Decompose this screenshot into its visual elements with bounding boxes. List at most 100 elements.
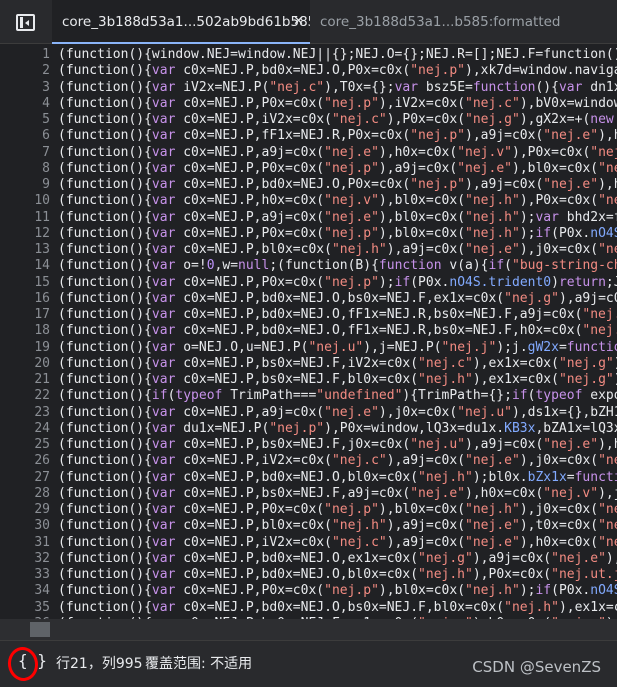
code-line[interactable]: 13 (function(){var c0x=NEJ.P,bl0x=c0x("ne…: [0, 242, 617, 258]
code-token: c0x=NEJ.P,bd0x=NEJ.O,bs0x=NEJ.F,bl0x=c0x…: [175, 599, 505, 615]
line-number[interactable]: 29: [0, 502, 50, 518]
code-token: "nej.v: [598, 534, 617, 550]
code-token: gW2x: [527, 339, 559, 355]
code-line[interactable]: 7 (function(){var c0x=NEJ.P,a9j=c0x("nej.…: [0, 145, 617, 161]
code-line[interactable]: 35 (function(){var c0x=NEJ.P,bd0x=NEJ.O,b…: [0, 600, 617, 616]
line-number[interactable]: 35: [0, 600, 50, 616]
line-number[interactable]: 12: [0, 226, 50, 242]
code-editor[interactable]: 1 (function(){window.NEJ=window.NEJ||{};N…: [0, 44, 617, 619]
code-line[interactable]: 31 (function(){var c0x=NEJ.P,iV2x=c0x("ne…: [0, 535, 617, 551]
code-line[interactable]: 15 (function(){var c0x=NEJ.P,P0x=c0x("nej…: [0, 275, 617, 291]
line-number[interactable]: 5: [0, 112, 50, 128]
code-line[interactable]: 12 (function(){var c0x=NEJ.P,P0x=c0x("nej…: [0, 226, 617, 242]
code-line[interactable]: 14 (function(){var o=!0,w=null;(function(…: [0, 258, 617, 274]
code-token: new: [590, 112, 614, 127]
code-line[interactable]: 26 (function(){var c0x=NEJ.P,iV2x=c0x("ne…: [0, 453, 617, 469]
code-line[interactable]: 1 (function(){window.NEJ=window.NEJ||{};N…: [0, 47, 617, 63]
code-token: c0x=NEJ.P,iV2x=c0x(: [175, 453, 332, 469]
code-line[interactable]: 20 (function(){var c0x=NEJ.P,bs0x=NEJ.F,i…: [0, 356, 617, 372]
code-line[interactable]: 34 (function(){var c0x=NEJ.P,P0x=c0x("nej…: [0, 583, 617, 599]
line-number[interactable]: 6: [0, 128, 50, 144]
code-line[interactable]: 25 (function(){var c0x=NEJ.P,bs0x=NEJ.F,j…: [0, 437, 617, 453]
code-line[interactable]: 24 (function(){var du1x=NEJ.P("nej.p"),P0…: [0, 421, 617, 437]
cursor-position[interactable]: 行21，列995: [56, 653, 143, 673]
code-token: "nej.u: [598, 502, 617, 517]
code-line[interactable]: 23 (function(){var c0x=NEJ.P,a9j=c0x("nej…: [0, 405, 617, 421]
line-number[interactable]: 25: [0, 437, 50, 453]
line-number[interactable]: 4: [0, 96, 50, 112]
code-line[interactable]: 6 (function(){var c0x=NEJ.P,fF1x=NEJ.R,P0…: [0, 128, 617, 144]
code-token: var: [151, 323, 176, 339]
code-line[interactable]: 27 (function(){var c0x=NEJ.P,bd0x=NEJ.O,b…: [0, 470, 617, 486]
code-line[interactable]: 17 (function(){var c0x=NEJ.P,bd0x=NEJ.O,f…: [0, 307, 617, 323]
code-token: "nej.u": [457, 404, 512, 420]
code-line[interactable]: 11 (function(){var c0x=NEJ.P,a9j=c0x("nej…: [0, 210, 617, 226]
code-text: (function(){var c0x=NEJ.P,bd0x=NEJ.O,ex1…: [58, 551, 617, 567]
code-token: (function(){: [58, 160, 152, 176]
code-line[interactable]: 32 (function(){var c0x=NEJ.P,bd0x=NEJ.O,e…: [0, 551, 617, 567]
code-line[interactable]: 19 (function(){var o=NEJ.O,u=NEJ.P("nej.u…: [0, 340, 617, 356]
line-number[interactable]: 8: [0, 161, 50, 177]
code-line[interactable]: 4 (function(){var c0x=NEJ.P,P0x=c0x("nej.…: [0, 96, 617, 112]
sidebar-toggle-icon[interactable]: [16, 14, 35, 31]
code-text: (function(){var c0x=NEJ.P,P0x=c0x("nej.p…: [58, 502, 617, 518]
code-line[interactable]: 16 (function(){var c0x=NEJ.P,bd0x=NEJ.O,b…: [0, 291, 617, 307]
line-number[interactable]: 31: [0, 535, 50, 551]
line-number[interactable]: 17: [0, 307, 50, 323]
code-line[interactable]: 28 (function(){var c0x=NEJ.P,bs0x=NEJ.F,a…: [0, 486, 617, 502]
pretty-print-icon[interactable]: { }: [18, 651, 47, 670]
line-number[interactable]: 1: [0, 47, 50, 63]
code-line[interactable]: 21 (function(){var c0x=NEJ.P,bs0x=NEJ.F,b…: [0, 372, 617, 388]
code-token: ),h0x=: [598, 437, 617, 452]
code-line[interactable]: 2 (function(){var c0x=NEJ.P,bd0x=NEJ.O,P0…: [0, 63, 617, 79]
line-number[interactable]: 21: [0, 372, 50, 388]
line-number[interactable]: 33: [0, 567, 50, 583]
code-line[interactable]: 18 (function(){var c0x=NEJ.P,bd0x=NEJ.O,f…: [0, 323, 617, 339]
code-line[interactable]: 8 (function(){var c0x=NEJ.P,P0x=c0x("nej.…: [0, 161, 617, 177]
close-icon[interactable]: ✕: [293, 0, 304, 44]
code-line[interactable]: 29 (function(){var c0x=NEJ.P,P0x=c0x("nej…: [0, 502, 617, 518]
code-line[interactable]: 33 (function(){var c0x=NEJ.P,bd0x=NEJ.O,b…: [0, 567, 617, 583]
horizontal-scrollbar[interactable]: [0, 619, 617, 640]
line-number[interactable]: 24: [0, 421, 50, 437]
line-number[interactable]: 11: [0, 210, 50, 226]
code-line[interactable]: 30 (function(){var c0x=NEJ.P,bl0x=c0x("ne…: [0, 518, 617, 534]
code-text: (function(){var c0x=NEJ.P,bd0x=NEJ.O,fF1…: [58, 307, 617, 323]
line-number[interactable]: 34: [0, 583, 50, 599]
line-number[interactable]: 9: [0, 177, 50, 193]
line-number[interactable]: 2: [0, 63, 50, 79]
line-number[interactable]: 13: [0, 242, 50, 258]
line-number[interactable]: 3: [0, 80, 50, 96]
line-number[interactable]: 22: [0, 388, 50, 404]
line-number[interactable]: 16: [0, 291, 50, 307]
line-number[interactable]: 32: [0, 551, 50, 567]
code-text: (function(){if(typeof TrimPath==="undefi…: [58, 388, 617, 404]
scrollbar-thumb[interactable]: [30, 622, 50, 637]
line-number[interactable]: 28: [0, 486, 50, 502]
code-line[interactable]: 10 (function(){var c0x=NEJ.P,h0x=c0x("nej…: [0, 193, 617, 209]
line-number[interactable]: 10: [0, 193, 50, 209]
line-number[interactable]: 14: [0, 258, 50, 274]
line-number[interactable]: 26: [0, 453, 50, 469]
code-token: var: [151, 420, 176, 436]
line-number[interactable]: 7: [0, 145, 50, 161]
tab-source-file[interactable]: core_3b188d53a1...502ab9bd61b585 ✕: [52, 0, 310, 44]
code-line[interactable]: 9 (function(){var c0x=NEJ.P,bd0x=NEJ.O,P0…: [0, 177, 617, 193]
code-token: );: [519, 583, 536, 599]
code-token: ,bZA1x=lQ3x.: [535, 420, 617, 436]
code-line[interactable]: 22 (function(){if(typeof TrimPath==="unde…: [0, 388, 617, 404]
line-number[interactable]: 19: [0, 340, 50, 356]
code-text: (function(){var c0x=NEJ.P,bs0x=NEJ.F,iV2…: [58, 356, 617, 372]
line-number[interactable]: 18: [0, 323, 50, 339]
line-number[interactable]: 23: [0, 405, 50, 421]
code-line[interactable]: 5 (function(){var c0x=NEJ.P,iV2x=c0x("nej…: [0, 112, 617, 128]
coverage-status: 覆盖范围: 不适用: [145, 656, 253, 672]
line-number[interactable]: 20: [0, 356, 50, 372]
code-token: "nej.h": [418, 567, 473, 582]
code-token: "nej.e": [543, 177, 599, 192]
code-line[interactable]: 3 (function(){var iV2x=NEJ.P("nej.c"),T0x…: [0, 80, 617, 96]
line-number[interactable]: 30: [0, 518, 50, 534]
tab-formatted-file[interactable]: core_3b188d53a1...b585:formatted: [310, 0, 617, 44]
line-number[interactable]: 15: [0, 275, 50, 291]
line-number[interactable]: 27: [0, 470, 50, 486]
